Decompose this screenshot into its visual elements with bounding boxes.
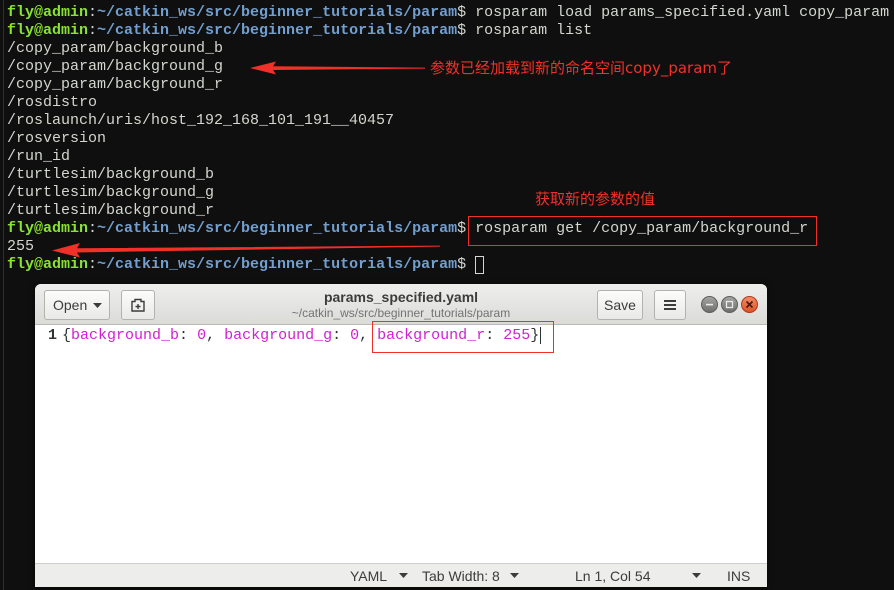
- yaml-key: background_b: [71, 327, 180, 344]
- output-line: /rosdistro: [7, 94, 894, 112]
- output-line: /copy_param/background_b: [7, 40, 894, 58]
- minimize-button[interactable]: [701, 296, 718, 313]
- desktop-screen: fly@admin : ~/catkin_ws/src/beginner_tut…: [0, 0, 894, 590]
- terminal-cursor: [475, 256, 485, 274]
- prompt-user-host: fly@admin: [7, 256, 89, 273]
- command-list: rosparam list: [475, 22, 593, 39]
- insert-mode-label: INS: [727, 567, 751, 584]
- yaml-value: 0: [350, 327, 360, 344]
- language-selector[interactable]: YAML: [350, 564, 409, 587]
- param-name: /rosdistro: [7, 94, 98, 111]
- command-load: rosparam load params_specified.yaml copy…: [475, 4, 890, 21]
- status-bar: YAML Tab Width: 8 Ln 1, Col 54 INS: [35, 563, 767, 587]
- prompt-symbol: $: [457, 220, 467, 237]
- window-edge: [3, 0, 4, 590]
- brace-open: {: [62, 327, 72, 344]
- close-button[interactable]: [741, 296, 758, 313]
- yaml-colon: :: [179, 327, 189, 344]
- yaml-key: background_g: [224, 327, 333, 344]
- terminal-line: fly@admin : ~/catkin_ws/src/beginner_tut…: [7, 22, 894, 40]
- insert-mode-indicator: INS: [727, 564, 750, 587]
- param-name: /copy_param/background_r: [7, 76, 224, 93]
- prompt-symbol: $: [457, 22, 467, 39]
- param-name: /turtlesim/background_g: [7, 184, 215, 201]
- param-value-output: 255: [7, 238, 35, 255]
- prompt-path: ~/catkin_ws/src/beginner_tutorials/param: [97, 256, 458, 273]
- main-menu-button[interactable]: [654, 290, 686, 320]
- highlight-box-background-r: [372, 321, 554, 353]
- prompt-symbol: $: [457, 256, 467, 273]
- tab-width-selector[interactable]: Tab Width: 8: [422, 564, 519, 587]
- line-number: 1: [48, 327, 58, 344]
- maximize-button[interactable]: [721, 296, 738, 313]
- prompt-colon: :: [88, 220, 98, 237]
- prompt-colon: :: [88, 256, 98, 273]
- param-name: /copy_param/background_g: [7, 58, 224, 75]
- prompt-path: ~/catkin_ws/src/beginner_tutorials/param: [97, 22, 458, 39]
- yaml-comma: ,: [359, 327, 369, 344]
- terminal-line: fly@admin : ~/catkin_ws/src/beginner_tut…: [7, 4, 894, 22]
- param-name: /turtlesim/background_b: [7, 166, 215, 183]
- terminal-line: fly@admin : ~/catkin_ws/src/beginner_tut…: [7, 256, 894, 274]
- annotation-get-note: 获取新的参数的值: [535, 190, 656, 208]
- yaml-colon: :: [332, 327, 342, 344]
- chevron-down-icon: [509, 573, 519, 578]
- output-line: /turtlesim/background_g: [7, 184, 894, 202]
- output-line: /copy_param/background_r: [7, 76, 894, 94]
- save-button[interactable]: Save: [597, 290, 643, 320]
- highlight-box-get-command: [468, 216, 817, 246]
- prompt-colon: :: [88, 22, 98, 39]
- param-name: /turtlesim/background_r: [7, 202, 215, 219]
- hamburger-menu-icon: [664, 300, 676, 310]
- output-line: /run_id: [7, 148, 894, 166]
- chevron-down-icon: [692, 573, 701, 578]
- param-name: /roslaunch/uris/host_192_168_101_191__40…: [7, 112, 395, 129]
- header-bar[interactable]: Open params_specified.yaml ~/catkin_ws/s…: [35, 284, 767, 325]
- chevron-down-icon: [399, 573, 409, 578]
- output-line: /rosversion: [7, 130, 894, 148]
- param-name: /rosversion: [7, 130, 107, 147]
- status-menu-dropdown[interactable]: [692, 564, 701, 587]
- prompt-path: ~/catkin_ws/src/beginner_tutorials/param: [97, 4, 458, 21]
- annotation-loaded-note: 参数已经加载到新的命名空间copy_param了: [430, 59, 733, 77]
- prompt-user-host: fly@admin: [7, 4, 89, 21]
- tab-width-label: Tab Width: 8: [422, 567, 500, 584]
- param-name: /run_id: [7, 148, 71, 165]
- output-line: /roslaunch/uris/host_192_168_101_191__40…: [7, 112, 894, 130]
- prompt-path: ~/catkin_ws/src/beginner_tutorials/param: [97, 220, 458, 237]
- text-editor[interactable]: 1 { background_b : 0 , background_g : 0 …: [35, 325, 767, 563]
- prompt-user-host: fly@admin: [7, 220, 89, 237]
- cursor-position[interactable]: Ln 1, Col 54: [575, 564, 651, 587]
- prompt-symbol: $: [457, 4, 467, 21]
- minimize-icon: [706, 303, 713, 306]
- save-label: Save: [604, 297, 636, 313]
- cursor-position-label: Ln 1, Col 54: [575, 567, 651, 584]
- prompt-user-host: fly@admin: [7, 22, 89, 39]
- yaml-comma: ,: [206, 327, 216, 344]
- param-name: /copy_param/background_b: [7, 40, 224, 57]
- maximize-icon: [725, 300, 734, 309]
- close-icon: [745, 300, 754, 309]
- prompt-colon: :: [88, 4, 98, 21]
- language-label: YAML: [350, 567, 388, 584]
- yaml-value: 0: [197, 327, 207, 344]
- output-line: /turtlesim/background_b: [7, 166, 894, 184]
